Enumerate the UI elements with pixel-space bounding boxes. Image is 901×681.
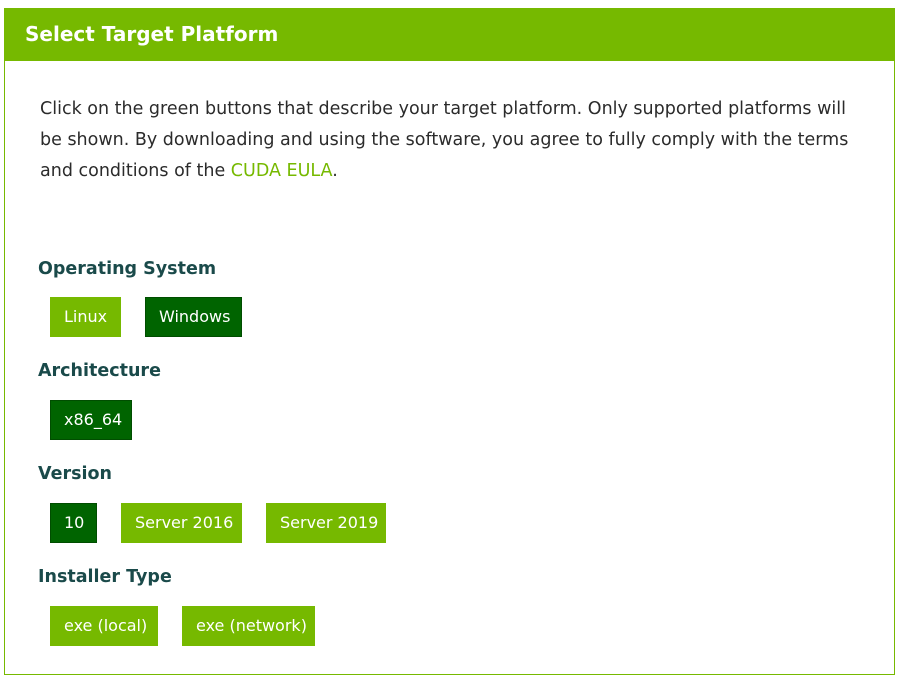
os-option-windows[interactable]: Windows	[145, 297, 242, 337]
intro-text-before-link: Click on the green buttons that describe…	[40, 99, 849, 181]
version-label: Version	[38, 464, 112, 484]
arch-option-x86-64[interactable]: x86_64	[50, 400, 132, 440]
installer-type-label: Installer Type	[38, 567, 172, 587]
version-option-server-2016[interactable]: Server 2016	[121, 503, 242, 543]
operating-system-label: Operating System	[38, 259, 217, 279]
version-option-10[interactable]: 10	[50, 503, 97, 543]
os-option-linux[interactable]: Linux	[50, 297, 121, 337]
select-target-platform-panel: Select Target Platform Click on the gree…	[4, 8, 895, 675]
cuda-eula-link[interactable]: CUDA EULA	[231, 161, 332, 181]
panel-title: Select Target Platform	[5, 9, 894, 61]
intro-text-after-link: .	[332, 161, 338, 181]
intro-text: Click on the green buttons that describe…	[40, 94, 870, 187]
installer-option-exe-network[interactable]: exe (network)	[182, 606, 315, 646]
architecture-label: Architecture	[38, 361, 161, 381]
installer-option-exe-local[interactable]: exe (local)	[50, 606, 158, 646]
version-option-server-2019[interactable]: Server 2019	[266, 503, 386, 543]
